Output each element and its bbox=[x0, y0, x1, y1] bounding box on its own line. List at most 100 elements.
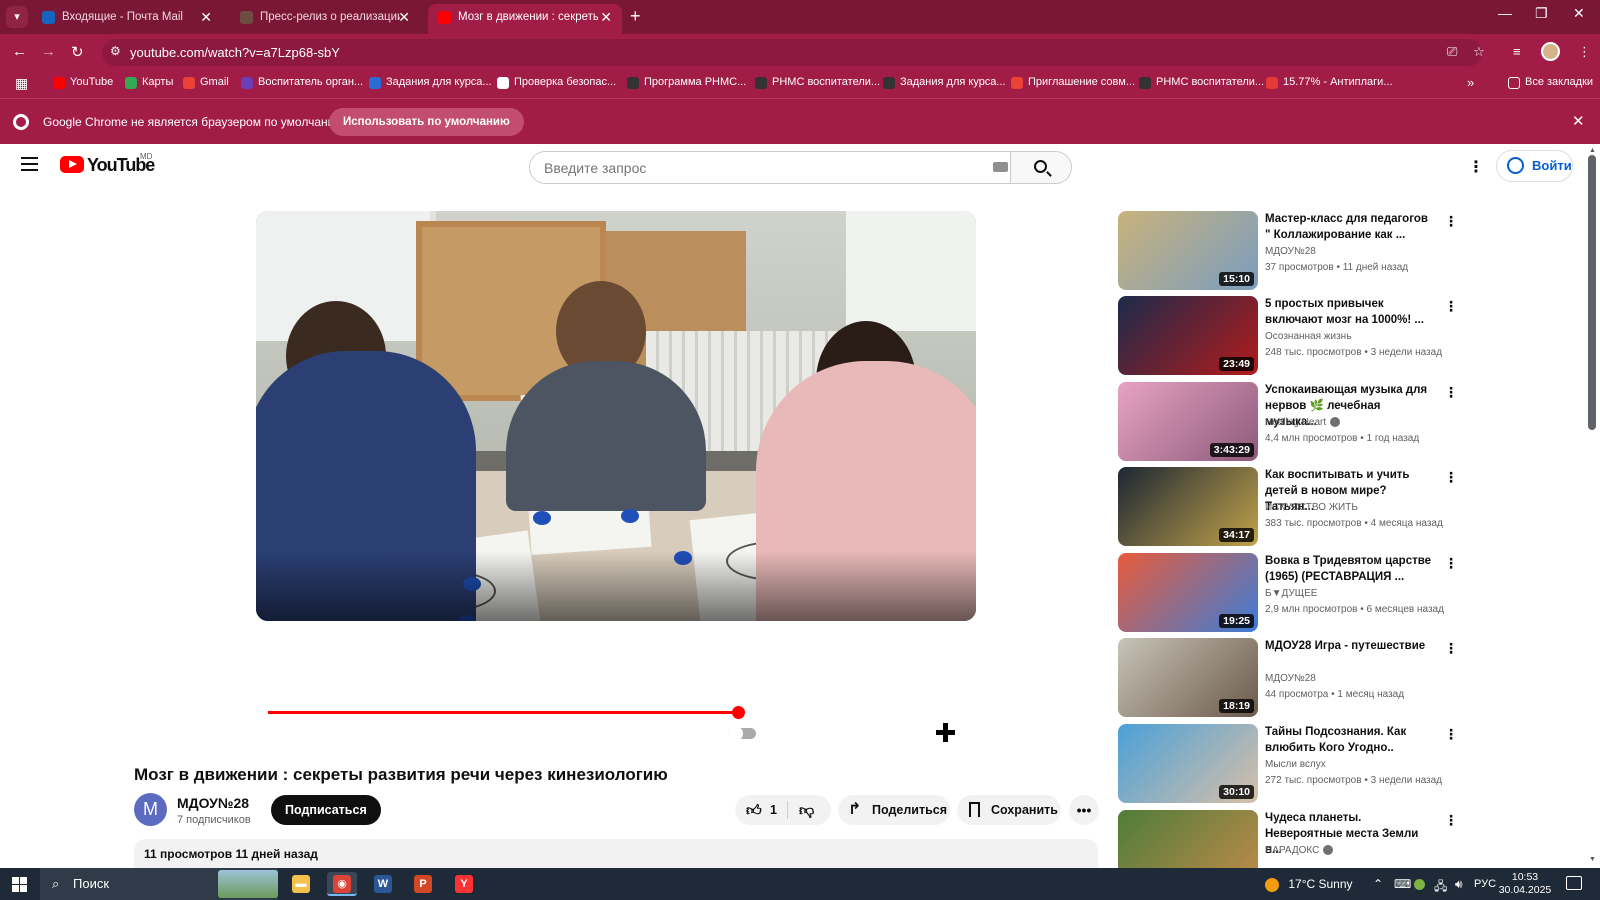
close-icon[interactable]: ✕ bbox=[200, 4, 212, 30]
bookmark-item[interactable]: Задания для курса... bbox=[883, 76, 1006, 89]
video-thumbnail[interactable]: 15:10 bbox=[1118, 211, 1258, 290]
browser-tab-youtube[interactable]: Мозг в движении : секреты ра ✕ bbox=[428, 4, 622, 34]
search-input[interactable] bbox=[529, 151, 1011, 184]
tray-chevron-icon[interactable]: ⌃ bbox=[1373, 877, 1383, 891]
video-player[interactable] bbox=[256, 211, 976, 621]
tab-search-button[interactable]: ▾ bbox=[6, 6, 28, 28]
bookmark-item[interactable]: Программа РНМС... bbox=[627, 76, 746, 89]
chrome-menu-icon[interactable]: ⋮ bbox=[1578, 44, 1591, 60]
play-icon[interactable] bbox=[279, 724, 293, 740]
clock[interactable]: 10:53 30.04.2025 bbox=[1490, 871, 1560, 897]
bookmark-item[interactable]: Проверка безопас... bbox=[497, 76, 616, 89]
progress-bar[interactable] bbox=[268, 706, 966, 719]
action-menu-kebab-icon[interactable]: ⋮ bbox=[1444, 640, 1458, 657]
tray-app-icon[interactable]: ⌨ bbox=[1394, 877, 1411, 891]
windows-start-icon[interactable] bbox=[12, 877, 27, 892]
bookmark-item[interactable]: Приглашение совм... bbox=[1011, 76, 1135, 89]
action-menu-kebab-icon[interactable]: ⋮ bbox=[1444, 469, 1458, 486]
bookmark-item[interactable]: Карты bbox=[125, 76, 173, 89]
weather-widget[interactable]: 17°C Sunny bbox=[1265, 877, 1353, 892]
recommended-video[interactable]: 34:17 Как воспитывать и учить детей в нов… bbox=[1118, 467, 1458, 547]
video-thumbnail[interactable]: 3:43:29 bbox=[1118, 382, 1258, 461]
video-thumbnail[interactable]: 18:19 bbox=[1118, 638, 1258, 717]
forward-arrow-icon[interactable]: → bbox=[41, 43, 56, 60]
browser-tab-mail[interactable]: Входящие - Почта Mail ✕ bbox=[32, 4, 222, 34]
minimize-icon[interactable]: — bbox=[1498, 5, 1512, 21]
miniplayer-icon[interactable] bbox=[856, 725, 876, 739]
set-default-button[interactable]: Использовать по умолчанию bbox=[329, 108, 524, 136]
bookmark-item[interactable]: Gmail bbox=[183, 76, 229, 89]
recommended-title[interactable]: Вовка в Тридевятом царстве (1965) (РЕСТА… bbox=[1265, 553, 1435, 585]
install-app-icon[interactable]: ⎚ bbox=[1447, 44, 1457, 60]
channel-name[interactable]: МДОУ№28 bbox=[177, 795, 249, 811]
recommended-video[interactable]: 18:19 МДОУ28 Игра - путешествие МДОУ№28 44 … bbox=[1118, 638, 1458, 718]
recommended-channel[interactable]: Б▼ДУЩЕЕ bbox=[1265, 588, 1317, 599]
new-tab-plus-icon[interactable]: + bbox=[630, 6, 641, 27]
video-thumbnail[interactable]: 23:49 bbox=[1118, 296, 1258, 375]
like-count[interactable]: 1 bbox=[770, 795, 777, 825]
recommended-title[interactable]: Мастер-класс для педагогов " Коллажирова… bbox=[1265, 211, 1435, 243]
recommended-channel[interactable]: МДОУ№28 bbox=[1265, 246, 1316, 257]
powerpoint-taskbar-button[interactable]: P bbox=[408, 872, 438, 896]
video-thumbnail[interactable]: 34:17 bbox=[1118, 467, 1258, 546]
theater-mode-icon[interactable] bbox=[895, 726, 915, 738]
volume-icon[interactable] bbox=[356, 723, 368, 741]
profile-avatar[interactable] bbox=[1541, 42, 1560, 61]
bookmark-item[interactable]: YouTube bbox=[53, 76, 113, 89]
reload-icon[interactable]: ↻ bbox=[71, 43, 84, 61]
close-icon[interactable]: ✕ bbox=[1572, 112, 1585, 130]
url-text[interactable]: youtube.com/watch?v=a7Lzp68-sbY bbox=[130, 45, 340, 60]
bookmark-item[interactable]: Задания для курса... bbox=[369, 76, 492, 89]
next-icon[interactable] bbox=[318, 725, 332, 739]
action-menu-kebab-icon[interactable]: ⋮ bbox=[1444, 384, 1458, 401]
close-icon[interactable]: ✕ bbox=[600, 4, 612, 30]
keyboard-icon[interactable] bbox=[993, 162, 1008, 172]
recommended-channel[interactable]: ПАРАДОКС bbox=[1265, 845, 1334, 856]
channel-avatar[interactable]: М bbox=[134, 793, 167, 826]
recommended-video[interactable]: 19:25 Вовка в Тридевятом царстве (1965) (… bbox=[1118, 553, 1458, 633]
yandex-browser-taskbar-button[interactable]: Y bbox=[449, 872, 479, 896]
browser-tab-press-release[interactable]: Пресс-релиз о реализации до ✕ bbox=[230, 4, 420, 34]
scroll-down-arrow-icon[interactable]: ▼ bbox=[1589, 856, 1596, 863]
recommended-title[interactable]: 5 простых привычек включают мозг на 1000… bbox=[1265, 296, 1435, 328]
tray-status-icon[interactable] bbox=[1414, 879, 1425, 890]
bookmark-item[interactable]: РНМС воспитатели... bbox=[755, 76, 880, 89]
bookmark-item[interactable]: 15.77% - Антиплаги... bbox=[1266, 76, 1393, 89]
bookmark-item[interactable]: Воспитатель орган... bbox=[241, 76, 363, 89]
apps-grid-icon[interactable]: ▦ bbox=[15, 75, 28, 92]
window-close-icon[interactable]: ✕ bbox=[1573, 5, 1585, 22]
more-actions-button[interactable]: ••• bbox=[1069, 795, 1099, 825]
chrome-taskbar-button[interactable]: ◉ bbox=[327, 872, 357, 896]
recommended-channel[interactable]: ИСКУССТВО ЖИТЬ bbox=[1265, 502, 1358, 513]
thumbs-up-icon[interactable]: 👍︎ bbox=[746, 796, 762, 826]
address-bar[interactable]: ⚙ youtube.com/watch?v=a7Lzp68-sbY bbox=[102, 39, 1482, 66]
bookmark-star-icon[interactable]: ☆ bbox=[1473, 44, 1485, 60]
subscribe-button[interactable]: Подписаться bbox=[271, 795, 381, 825]
chevron-more-icon[interactable]: » bbox=[1467, 75, 1474, 90]
recommended-video[interactable]: 30:10 Тайны Подсознания. Как влюбить Кого… bbox=[1118, 724, 1458, 804]
action-menu-kebab-icon[interactable]: ⋮ bbox=[1444, 298, 1458, 315]
restore-icon[interactable]: ❐ bbox=[1535, 5, 1548, 22]
fullscreen-icon[interactable] bbox=[936, 723, 955, 742]
save-button[interactable]: Сохранить bbox=[957, 795, 1061, 825]
recommended-title[interactable]: МДОУ28 Игра - путешествие bbox=[1265, 638, 1435, 654]
action-menu-kebab-icon[interactable]: ⋮ bbox=[1444, 555, 1458, 572]
all-bookmarks-folder[interactable]: Все закладки bbox=[1508, 76, 1593, 89]
recommended-channel[interactable]: МДОУ№28 bbox=[1265, 673, 1316, 684]
close-icon[interactable]: ✕ bbox=[398, 4, 410, 30]
action-menu-kebab-icon[interactable]: ⋮ bbox=[1444, 812, 1458, 829]
recommended-video[interactable]: 3:43:29 Успокаивающая музыка для нервов 🌿… bbox=[1118, 382, 1458, 462]
autoplay-toggle[interactable] bbox=[728, 726, 756, 741]
recommended-channel[interactable]: Healing Heart bbox=[1265, 417, 1341, 428]
settings-kebab-icon[interactable]: ⋮ bbox=[1468, 157, 1484, 177]
file-explorer-taskbar-button[interactable]: ▬ bbox=[286, 872, 316, 896]
action-menu-kebab-icon[interactable]: ⋮ bbox=[1444, 726, 1458, 743]
recommended-title[interactable]: Тайны Подсознания. Как влюбить Кого Угод… bbox=[1265, 724, 1435, 756]
menu-hamburger-icon[interactable] bbox=[21, 157, 38, 175]
sign-in-button[interactable]: Войти bbox=[1496, 150, 1573, 182]
settings-gear-icon[interactable]: ⚙ bbox=[817, 723, 834, 742]
back-arrow-icon[interactable]: ← bbox=[12, 43, 27, 60]
share-button[interactable]: ↱ Поделиться bbox=[838, 795, 950, 825]
recommended-video[interactable]: 15:10 Мастер-класс для педагогов " Коллаж… bbox=[1118, 211, 1458, 291]
taskbar-search[interactable]: ⌕ Поиск bbox=[40, 868, 278, 900]
